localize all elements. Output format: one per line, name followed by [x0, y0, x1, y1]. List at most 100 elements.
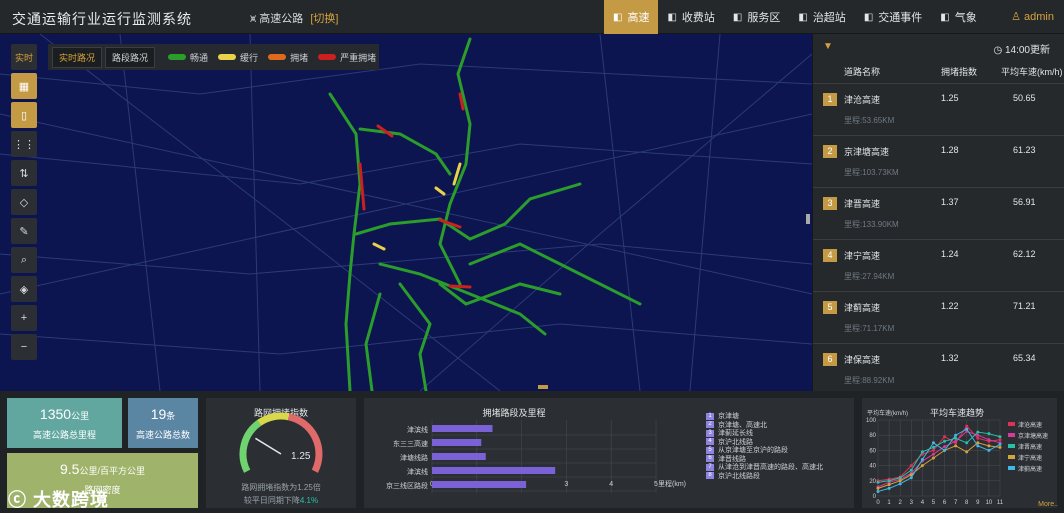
line-point[interactable] — [909, 464, 913, 468]
line-point[interactable] — [965, 424, 969, 428]
zoom-in-icon[interactable]: + — [11, 305, 37, 331]
line-series[interactable] — [877, 425, 1001, 482]
bar[interactable] — [432, 481, 527, 488]
nav-item-3[interactable]: ◧ 治超站 — [789, 0, 854, 34]
filter-icon[interactable]: ▼ — [823, 41, 833, 52]
toll-icon: ◧ — [667, 11, 677, 23]
highway-segment[interactable] — [448, 284, 472, 289]
highway-segment[interactable] — [434, 186, 446, 196]
more-link[interactable]: More.. — [1038, 501, 1058, 508]
line-point[interactable] — [876, 489, 880, 493]
line-point[interactable] — [987, 444, 991, 448]
bar[interactable] — [432, 439, 482, 446]
line-point[interactable] — [998, 438, 1002, 442]
bar[interactable] — [432, 453, 486, 460]
highway-segment[interactable] — [358, 162, 366, 211]
bottom-collapse-handle[interactable] — [538, 385, 548, 389]
list-icon[interactable]: ⋮⋮ — [11, 131, 37, 157]
highway-segment[interactable] — [438, 37, 472, 286]
line-point[interactable] — [909, 468, 913, 472]
ranking-row[interactable]: 3 津晋高速 1.37 56.91 里程:133.90KM — [813, 188, 1064, 240]
panel-collapse-handle[interactable] — [806, 214, 810, 224]
switch-link[interactable]: [切换] — [310, 13, 338, 25]
line-point[interactable] — [943, 435, 947, 439]
nav-item-1[interactable]: ◧ 收费站 — [658, 0, 723, 34]
line-point[interactable] — [920, 464, 924, 468]
zoom-out-icon[interactable]: − — [11, 334, 37, 360]
nav-item-5[interactable]: ◧ 气象 — [931, 0, 985, 34]
line-point[interactable] — [976, 430, 980, 434]
line-point[interactable] — [954, 439, 958, 443]
highway-segment[interactable] — [378, 262, 547, 336]
ranking-row[interactable]: 6 津保高速 1.32 65.34 里程:88.92KM — [813, 344, 1064, 396]
line-point[interactable] — [887, 483, 891, 487]
line-point[interactable] — [943, 439, 947, 443]
line-point[interactable] — [987, 438, 991, 442]
highway-segment[interactable] — [344, 272, 352, 391]
line-point[interactable] — [898, 476, 902, 480]
tab-realtime-traffic[interactable]: 实时路况 — [52, 46, 103, 68]
road-type-switcher[interactable]: ⩙ 高速公路 [切换] — [250, 10, 338, 26]
avg-speed: 65.34 — [1013, 353, 1036, 363]
search-icon[interactable]: ⌕ — [11, 247, 37, 273]
nav-item-4[interactable]: ◧ 交通事件 — [855, 0, 931, 34]
line-point[interactable] — [931, 452, 935, 456]
line-point[interactable] — [943, 445, 947, 449]
line-legend-label: 津蓟高速 — [1018, 465, 1042, 473]
user-menu[interactable]: ♙ admin — [1011, 10, 1054, 23]
tool-realtime[interactable]: 实时 — [11, 44, 37, 70]
ranking-row[interactable]: 2 京津塘高速 1.28 61.23 里程:103.73KM — [813, 136, 1064, 188]
line-point[interactable] — [931, 445, 935, 449]
highway-segment[interactable] — [358, 127, 452, 176]
service-icon: ◧ — [732, 11, 743, 23]
ranking-row[interactable]: 1 津沧高速 1.25 50.65 里程:53.65KM — [813, 84, 1064, 136]
highway-segment[interactable] — [398, 282, 432, 391]
line-point[interactable] — [898, 479, 902, 483]
nav-item-0[interactable]: ◧ 高速 — [604, 0, 659, 34]
line-point[interactable] — [954, 444, 958, 448]
phone-icon[interactable]: ▯ — [11, 102, 37, 128]
line-point[interactable] — [931, 456, 935, 460]
bar[interactable] — [432, 467, 556, 474]
line-point[interactable] — [931, 441, 935, 445]
line-point[interactable] — [920, 450, 924, 454]
line-point[interactable] — [876, 480, 880, 484]
line-x-tick: 6 — [943, 500, 947, 506]
nav-item-2[interactable]: ◧ 服务区 — [724, 0, 789, 34]
highway-segment[interactable] — [354, 182, 582, 241]
line-point[interactable] — [976, 444, 980, 448]
layers-icon[interactable]: ◈ — [11, 276, 37, 302]
line-point[interactable] — [887, 479, 891, 483]
line-point[interactable] — [920, 458, 924, 462]
line-point[interactable] — [887, 486, 891, 490]
line-point[interactable] — [998, 442, 1002, 446]
line-point[interactable] — [998, 435, 1002, 439]
line-point[interactable] — [998, 445, 1002, 449]
line-point[interactable] — [898, 482, 902, 486]
line-point[interactable] — [876, 486, 880, 490]
line-point[interactable] — [909, 476, 913, 480]
line-point[interactable] — [965, 441, 969, 445]
line-point[interactable] — [943, 448, 947, 452]
line-point[interactable] — [987, 432, 991, 436]
line-point[interactable] — [965, 427, 969, 431]
highway-segment[interactable] — [468, 242, 642, 306]
eraser-icon[interactable]: ◇ — [11, 189, 37, 215]
ranking-row[interactable]: 5 津蓟高速 1.22 71.21 里程:71.17KM — [813, 292, 1064, 344]
line-point[interactable] — [931, 448, 935, 452]
bar[interactable] — [432, 425, 493, 432]
highway-segment[interactable] — [372, 242, 386, 251]
line-point[interactable] — [987, 448, 991, 452]
traffic-map[interactable]: 实时 ▦ ▯ ⋮⋮ ⇅ ◇ ✎ ⌕ ◈ + − 实时路况 路段路况 畅通 缓行 拥堵 严重拥堵 — [0, 34, 812, 391]
ranking-row[interactable]: 4 津宁高速 1.24 62.12 里程:27.94KM — [813, 240, 1064, 292]
line-point[interactable] — [976, 436, 980, 440]
sort-icon[interactable]: ⇅ — [11, 160, 37, 186]
ruler-icon[interactable]: ✎ — [11, 218, 37, 244]
highway-segment[interactable] — [328, 92, 362, 276]
grid-icon[interactable]: ▦ — [11, 73, 37, 99]
tab-section-traffic[interactable]: 路段路况 — [105, 46, 156, 68]
line-point[interactable] — [976, 433, 980, 437]
highway-segment[interactable] — [364, 292, 382, 391]
line-point[interactable] — [965, 450, 969, 454]
line-point[interactable] — [954, 433, 958, 437]
